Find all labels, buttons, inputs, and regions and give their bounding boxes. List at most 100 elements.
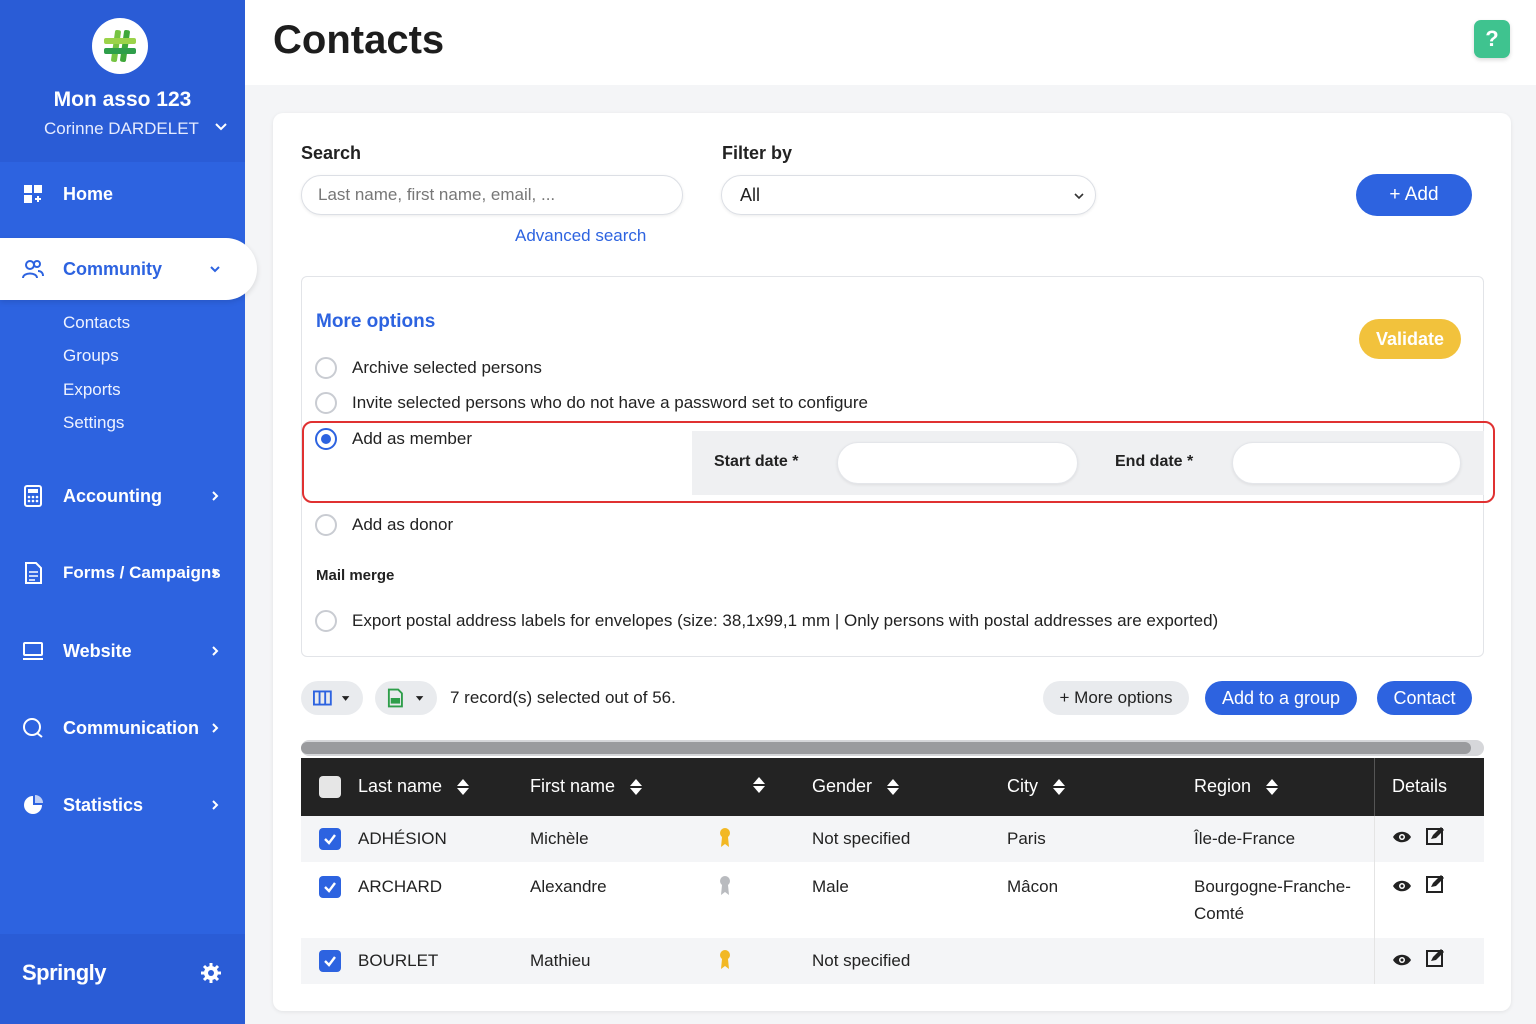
table-row[interactable]: BOURLET Mathieu Not specified: [301, 938, 1484, 984]
option-add-donor[interactable]: Add as donor: [315, 514, 453, 536]
cell-first-name: Michèle: [530, 829, 589, 848]
validate-button[interactable]: Validate: [1359, 319, 1461, 359]
column-label: Details: [1392, 776, 1448, 796]
checkmark-icon: [324, 956, 336, 967]
org-name: Mon asso 123: [53, 88, 192, 111]
eye-icon[interactable]: [1392, 879, 1412, 893]
option-label: Invite selected persons who do not have …: [352, 393, 868, 412]
chevron-right-icon: [212, 646, 219, 656]
page-title: Contacts: [273, 18, 445, 62]
eye-icon[interactable]: [1392, 830, 1412, 844]
column-region[interactable]: Region: [1194, 776, 1279, 797]
column-label: Region: [1194, 776, 1252, 796]
table-row[interactable]: ADHÉSION Michèle Not specified Paris Île…: [301, 816, 1484, 862]
sidebar-item-website[interactable]: Website: [0, 626, 245, 676]
highlight-box: [302, 421, 1495, 503]
chevron-right-icon: [212, 568, 219, 578]
sidebar-item-communication[interactable]: Communication: [0, 703, 245, 753]
sidebar-item-label: Home: [63, 183, 114, 204]
radio-button[interactable]: [315, 357, 337, 379]
column-membership[interactable]: [738, 776, 766, 794]
advanced-search-link[interactable]: Advanced search: [515, 226, 646, 246]
sort-icon: [1053, 778, 1065, 795]
filter-select[interactable]: All: [721, 175, 1096, 215]
users-icon: [22, 260, 44, 279]
option-invite[interactable]: Invite selected persons who do not have …: [315, 392, 868, 414]
sidebar-item-community[interactable]: Community: [0, 238, 257, 300]
edit-icon[interactable]: [1425, 874, 1445, 894]
columns-icon: [313, 690, 332, 706]
sidebar: Mon asso 123 Corinne DARDELET Home Commu…: [0, 0, 257, 1024]
sidebar-item-statistics[interactable]: Statistics: [0, 780, 245, 830]
gear-icon[interactable]: [200, 962, 222, 984]
sidebar-subitem-settings[interactable]: Settings: [63, 413, 124, 433]
sidebar-item-home[interactable]: Home: [0, 169, 245, 219]
filter-value: All: [740, 184, 761, 205]
edit-icon[interactable]: [1425, 826, 1445, 846]
org-logo: [92, 18, 148, 74]
add-to-group-button[interactable]: Add to a group: [1205, 681, 1357, 715]
export-menu-button[interactable]: [375, 681, 437, 715]
column-label: City: [1007, 776, 1038, 796]
radio-button[interactable]: [315, 392, 337, 414]
selection-count: 7 record(s) selected out of 56.: [450, 688, 676, 707]
radio-button[interactable]: [315, 610, 337, 632]
table-header: Last name First name Gender City Region: [301, 758, 1484, 816]
columns-menu-button[interactable]: [301, 681, 363, 715]
sidebar-subitem-exports[interactable]: Exports: [63, 380, 121, 400]
member-badge-grey-icon: [720, 876, 730, 895]
cell-city: Mâcon: [1007, 877, 1059, 896]
chat-icon: [23, 718, 43, 738]
sidebar-item-forms[interactable]: Forms / Campaigns: [0, 548, 245, 598]
chevron-right-icon: [212, 491, 219, 501]
brand-name: Springly: [22, 960, 107, 985]
cell-gender: Male: [812, 877, 849, 896]
column-first-name[interactable]: First name: [530, 776, 643, 797]
more-options-title: More options: [316, 311, 436, 332]
more-options-button[interactable]: + More options: [1043, 681, 1189, 715]
help-button[interactable]: ?: [1474, 20, 1510, 58]
chevron-right-icon: [212, 800, 219, 810]
add-button[interactable]: + Add: [1356, 174, 1472, 216]
sidebar-subitem-groups[interactable]: Groups: [63, 346, 119, 366]
cell-region: Bourgogne-Franche-Comté: [1194, 877, 1351, 923]
column-city[interactable]: City: [1007, 776, 1066, 797]
search-input[interactable]: [301, 175, 683, 215]
filter-label: Filter by: [722, 143, 793, 163]
option-archive[interactable]: Archive selected persons: [315, 357, 542, 379]
option-label: Add as donor: [352, 515, 454, 534]
option-export-labels[interactable]: Export postal address labels for envelop…: [315, 610, 1218, 632]
user-name[interactable]: Corinne DARDELET: [44, 119, 199, 139]
chevron-right-icon: [212, 723, 219, 733]
sidebar-footer: Springly: [0, 934, 245, 1024]
sidebar-item-label: Website: [63, 640, 132, 661]
contacts-card: Search Advanced search Filter by All + A…: [273, 113, 1511, 1011]
row-checkbox[interactable]: [319, 828, 341, 850]
chevron-down-icon[interactable]: [214, 120, 228, 134]
contact-button[interactable]: Contact: [1377, 681, 1472, 715]
radio-button[interactable]: [315, 514, 337, 536]
column-last-name[interactable]: Last name: [358, 776, 470, 797]
table-row[interactable]: ARCHARD Alexandre Male Mâcon Bourgogne-F…: [301, 862, 1484, 938]
cell-city: Paris: [1007, 829, 1046, 848]
column-label: Last name: [358, 776, 443, 796]
select-all-checkbox[interactable]: [319, 776, 341, 798]
sidebar-item-accounting[interactable]: Accounting: [0, 471, 245, 521]
cell-last-name: BOURLET: [358, 951, 439, 970]
cell-gender: Not specified: [812, 951, 911, 970]
document-icon: [25, 562, 42, 584]
edit-icon[interactable]: [1425, 948, 1445, 968]
column-divider: [1374, 862, 1375, 938]
row-checkbox[interactable]: [319, 876, 341, 898]
scrollbar-thumb[interactable]: [301, 742, 1471, 754]
topbar: Contacts ?: [245, 0, 1536, 85]
row-checkbox[interactable]: [319, 950, 341, 972]
column-gender[interactable]: Gender: [812, 776, 900, 797]
column-divider: [1374, 758, 1375, 816]
eye-icon[interactable]: [1392, 953, 1412, 967]
column-label: First name: [530, 776, 616, 796]
horizontal-scrollbar[interactable]: [301, 740, 1484, 756]
sort-icon: [630, 778, 643, 795]
option-label: Export postal address labels for envelop…: [352, 611, 1219, 630]
sidebar-subitem-contacts[interactable]: Contacts: [63, 313, 130, 333]
